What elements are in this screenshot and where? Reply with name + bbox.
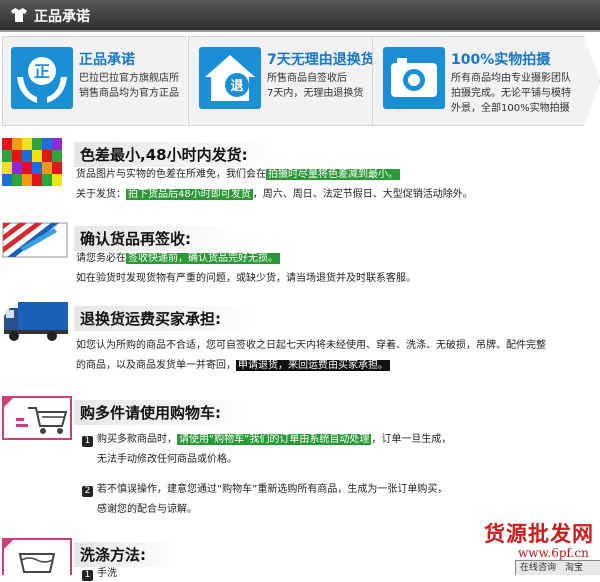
section-sign-title: 确认货品再签收:	[74, 226, 236, 251]
delivery-truck-icon	[4, 302, 68, 341]
airmail-envelope-icon	[2, 222, 68, 258]
section-color-title: 色差最小,48小时内发货:	[74, 142, 276, 167]
genuine-icon-char: 正	[34, 62, 50, 81]
washing-basin-icon	[2, 538, 72, 575]
shopping-cart-icon	[2, 396, 72, 440]
return-icon-char: 退	[230, 79, 243, 94]
cart-item-2-num: 2	[82, 486, 93, 497]
promise-return-title: 7天无理由退换货	[267, 52, 375, 68]
cart-item-1-line2: 无法手动修改任何商品或价格。	[97, 454, 237, 465]
taobao-label[interactable]: 淘宝	[565, 563, 583, 573]
section-color-line1: 货品图片与实物的色差在所难免，我们会在 拍摄时尽量将色差减到最小。	[76, 169, 400, 180]
cart-item-1-num: 1	[82, 436, 93, 447]
section-sign-line2: 如在验货时发现货物有严重的问题，或缺少货，请当场退货并及时联系客服。	[76, 273, 416, 284]
section-cart-title: 购多件请使用购物车:	[74, 400, 246, 425]
promise-return-text: 所售商品自签收后 7天内，无理由退换货	[267, 73, 364, 99]
cart-item-2-line2: 感谢您的配合与谅解。	[97, 504, 197, 515]
section-shipping-title: 退换货运费买家承担:	[74, 306, 254, 331]
header-title: 正品承诺	[34, 9, 90, 25]
promise-strip: 正 正品承诺 巴拉巴拉官方旗舰店所 销售商品均为官方正品 退 7天无理由退换货 …	[0, 36, 600, 126]
section-color-line2: 关于发货： 拍下货品后48小时即可发货 ，周六、周日、法定节假日、大型促销活动除外。	[76, 189, 473, 200]
house-return-icon: 退	[199, 47, 261, 109]
promise-genuine-text: 巴拉巴拉官方旗舰店所 销售商品均为官方正品	[79, 73, 179, 99]
tshirt-icon	[11, 8, 27, 22]
promise-photo-title: 100%实物拍摄	[451, 52, 551, 68]
watermark-text: 货源批发网	[484, 521, 594, 546]
color-palette-icon	[2, 138, 62, 186]
promise-photo-text: 所有商品均由专业摄影团队 拍摄完成。无论平铺与模特 外景，全部100%实物拍摄	[451, 73, 571, 114]
wash-item-1-num: 1	[82, 570, 93, 581]
cart-item-1: 1 购买多款商品时， 请使用“购物车”我们的订单由系统自动处理 ，订单一旦生成，	[82, 432, 451, 448]
promise-genuine: 正 正品承诺 巴拉巴拉官方旗舰店所 销售商品均为官方正品	[2, 36, 200, 126]
section-shipping-line2: 的商品，以及商品发货单一并寄回， 申请退货，来回运费由买家承担。	[76, 360, 390, 371]
watermark-url: www.6pf.cn	[518, 546, 589, 560]
section-sign-line1: 请您务必在 签收快递前，确认货品完好无损。	[76, 253, 280, 264]
cart-item-2: 2 若不慎误操作，建意您通过“购物车”重新选购所有商品，生成为一张订单购买，	[82, 482, 447, 498]
section-wash-title: 洗涤方法:	[74, 542, 176, 567]
camera-icon	[383, 47, 445, 109]
online-chat-bar[interactable]: 在线咨询 淘宝	[515, 560, 600, 575]
genuine-hands-icon: 正	[11, 47, 73, 109]
header-bar: 正品承诺	[0, 0, 600, 32]
section-shipping-line1: 如您认为所购的商品不合适，您可自签收之日起七天内将未经使用、穿着、洗涤、无破损，…	[76, 340, 546, 351]
promise-genuine-title: 正品承诺	[79, 52, 135, 68]
wash-item-1: 1 手洗	[82, 566, 117, 582]
promise-photo: 100%实物拍摄 所有商品均由专业摄影团队 拍摄完成。无论平铺与模特 外景，全部…	[372, 36, 600, 126]
chat-label[interactable]: 在线咨询	[520, 563, 556, 573]
